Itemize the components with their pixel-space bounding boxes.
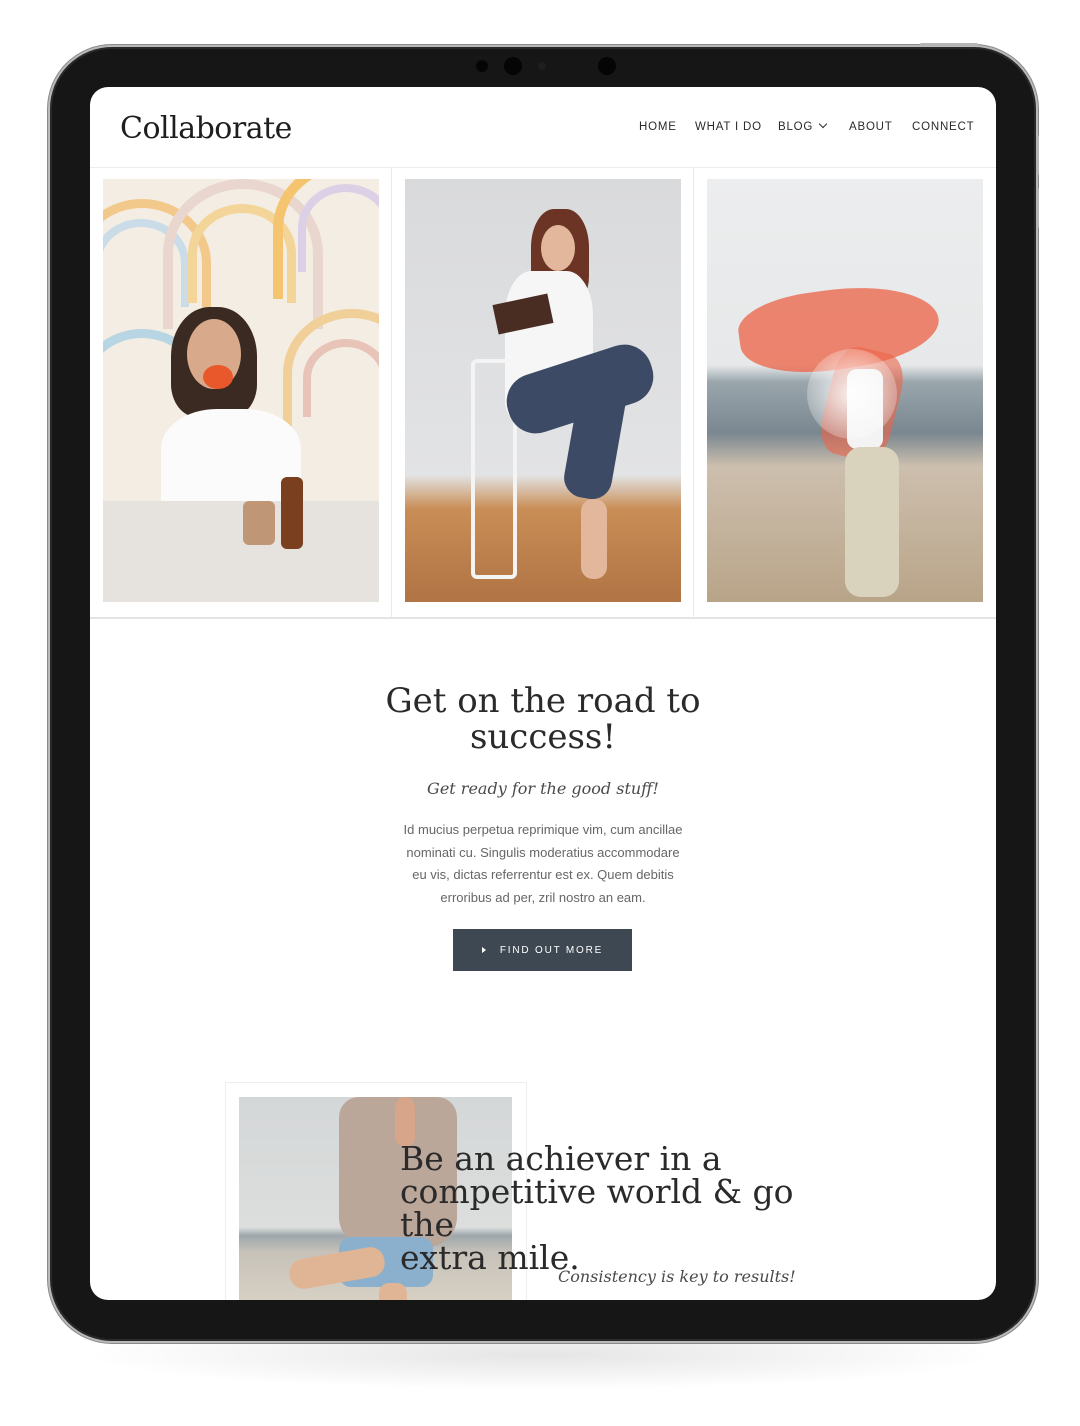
gallery-column — [90, 167, 392, 617]
nav-about[interactable]: ABOUT — [849, 121, 893, 133]
pants — [845, 447, 899, 597]
camera-sensor — [538, 62, 546, 70]
sun-glow — [807, 349, 897, 439]
gallery-image-reading[interactable] — [405, 179, 681, 602]
find-out-more-button[interactable]: FIND OUT MORE — [453, 929, 632, 971]
hero-paragraph-line: nominati cu. Singulis moderatius accommo… — [406, 844, 680, 860]
nav-blog[interactable]: BLOG — [778, 119, 828, 133]
hero-paragraph-line: eu vis, dictas referrentur est ex. Quem … — [412, 867, 674, 882]
nav-what-i-do[interactable]: WHAT I DO — [695, 121, 762, 133]
volume-up-button — [1036, 135, 1039, 175]
chevron-down-icon — [818, 119, 828, 129]
hero-title-line2: success! — [469, 717, 617, 757]
gallery-column — [693, 167, 996, 617]
camera-flash — [598, 57, 616, 75]
table — [103, 501, 379, 602]
camera-lens — [504, 57, 522, 75]
hero-paragraph-line: Id mucius perpetua reprimique vim, cum a… — [403, 822, 683, 837]
hero-paragraph-line: erroribus ad per, zril nostro an eam. — [440, 889, 646, 905]
camera-dot — [476, 60, 488, 72]
play-arrow-icon — [481, 947, 486, 953]
gallery-image-rainbow-wall[interactable] — [103, 179, 379, 602]
feature-title-line: Be an achiever in a — [400, 1139, 722, 1178]
side-button-top — [920, 43, 978, 46]
hero-paragraph: Id mucius perpetua reprimique vim, cum a… — [393, 819, 693, 909]
feature-subtitle: Consistency is key to results! — [558, 1267, 796, 1286]
hero-title-line1: Get on the road to — [385, 681, 701, 721]
gallery-column — [391, 167, 694, 617]
site-header: Collaborate HOME WHAT I DO BLOG ABOUT CO… — [90, 87, 996, 168]
volume-down-button — [1036, 188, 1039, 228]
person-face — [541, 225, 575, 271]
leg-standing — [379, 1283, 407, 1300]
find-out-more-label: FIND OUT MORE — [499, 944, 604, 956]
browser-screen: Collaborate HOME WHAT I DO BLOG ABOUT CO… — [90, 87, 996, 1300]
feature-title-line: competitive world & go the — [400, 1172, 794, 1244]
flower — [203, 365, 233, 389]
jar — [243, 501, 275, 545]
feature-title: Be an achiever in a competitive world & … — [400, 1142, 840, 1274]
nav-blog-label: BLOG — [778, 121, 814, 133]
hero-subtitle: Get ready for the good stuff! — [427, 779, 659, 798]
foot — [581, 499, 607, 579]
site-logo[interactable]: Collaborate — [120, 111, 292, 146]
nav-home[interactable]: HOME — [639, 121, 677, 133]
gallery-image-beach-scarf[interactable] — [707, 179, 983, 602]
nav-connect[interactable]: CONNECT — [912, 121, 974, 133]
photo-gallery — [90, 167, 996, 619]
vase — [281, 477, 303, 549]
person-top — [161, 409, 301, 509]
